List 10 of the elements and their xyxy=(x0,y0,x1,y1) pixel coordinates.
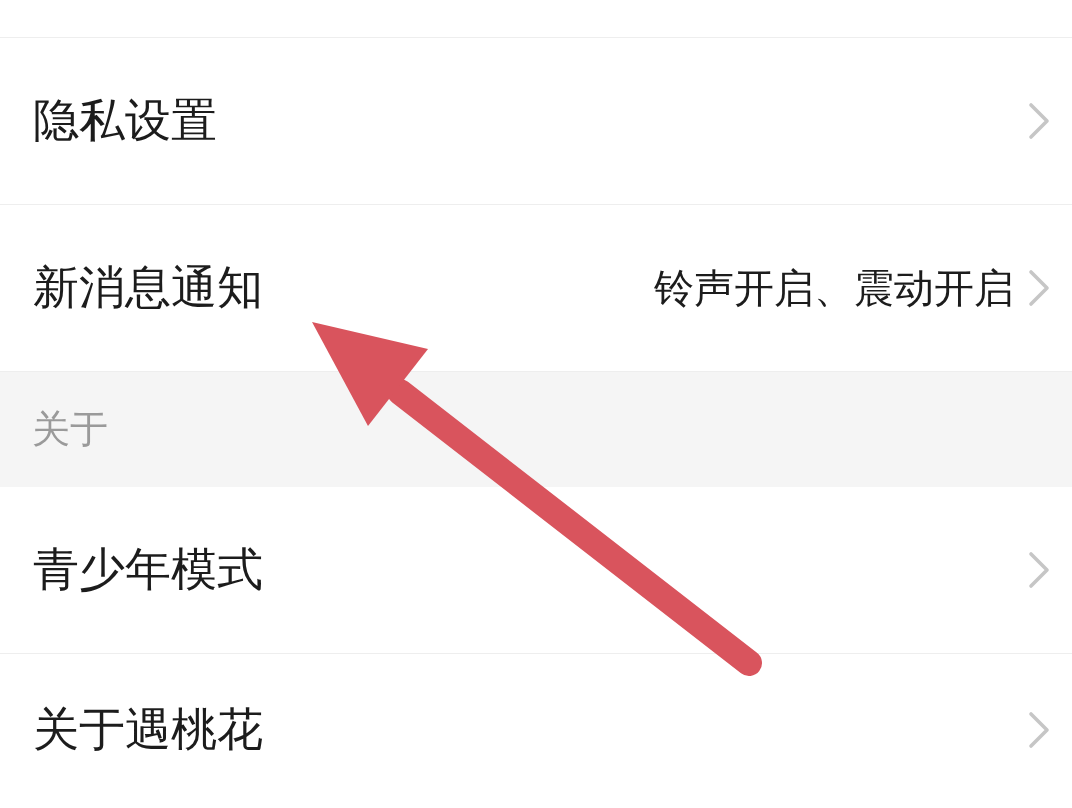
setting-value: 铃声开启、震动开启 xyxy=(654,263,1014,313)
chevron-right-icon xyxy=(1028,551,1050,589)
chevron-right-icon xyxy=(1028,711,1050,749)
setting-label[interactable]: 新消息通知 xyxy=(33,257,263,319)
setting-label[interactable]: 青少年模式 xyxy=(33,539,263,601)
chevron-right-icon xyxy=(1028,102,1050,140)
setting-label[interactable]: 关于遇桃花 xyxy=(33,699,263,761)
setting-label[interactable]: 隐私设置 xyxy=(33,90,217,152)
section-header: 关于 xyxy=(32,406,108,453)
chevron-right-icon xyxy=(1028,269,1050,307)
